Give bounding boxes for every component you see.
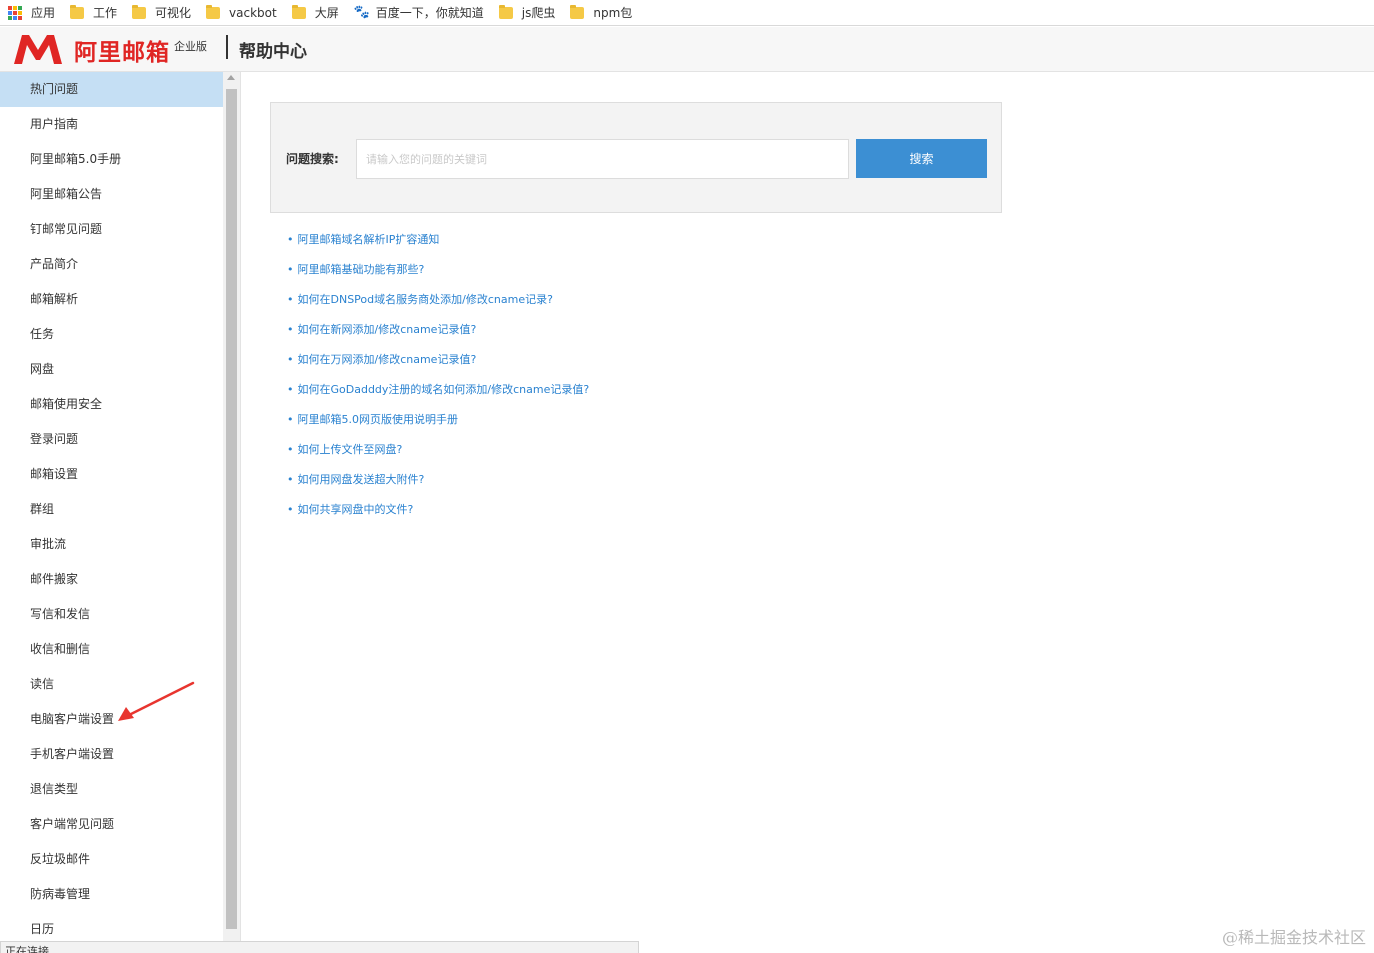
bookmark-label: 工作 — [93, 6, 118, 20]
page-title: 帮助中心 — [239, 42, 307, 62]
sidebar-item[interactable]: 产品简介 — [0, 247, 223, 282]
header-divider — [226, 35, 228, 59]
search-label: 问题搜索: — [286, 152, 339, 166]
question-link-text[interactable]: 如何共享网盘中的文件? — [298, 503, 414, 516]
hot-questions-list: • 阿里邮箱域名解析IP扩容通知 • 阿里邮箱基础功能有那些? • 如何在DNSPod域名… — [287, 225, 589, 525]
sidebar-item[interactable]: 邮箱设置 — [0, 457, 223, 492]
question-link[interactable]: • 阿里邮箱基础功能有那些? — [287, 255, 589, 285]
sidebar-item[interactable]: 电脑客户端设置 — [0, 702, 223, 737]
sidebar-item[interactable]: 读信 — [0, 667, 223, 702]
bookmark-label: js爬虫 — [521, 6, 556, 20]
question-link[interactable]: • 如何用网盘发送超大附件? — [287, 465, 589, 495]
browser-status-bar: 正在连接... — [0, 941, 639, 953]
sidebar-item[interactable]: 日历 — [0, 912, 223, 941]
question-link[interactable]: • 阿里邮箱5.0网页版使用说明手册 — [287, 405, 589, 435]
bookmark-label: 可视化 — [155, 6, 192, 20]
question-link-text[interactable]: 阿里邮箱基础功能有那些? — [298, 263, 425, 276]
sidebar-item[interactable]: 邮箱解析 — [0, 282, 223, 317]
folder-icon — [291, 4, 306, 19]
baidu-paw-icon: 🐾 — [353, 5, 370, 20]
logo-text[interactable]: 阿里邮箱 — [74, 33, 170, 67]
sidebar-item[interactable]: 反垃圾邮件 — [0, 842, 223, 877]
sidebar-item[interactable]: 退信类型 — [0, 772, 223, 807]
folder-icon — [132, 4, 147, 19]
question-link-text[interactable]: 如何用网盘发送超大附件? — [298, 473, 425, 486]
sidebar-scrollbar[interactable] — [223, 72, 240, 941]
bookmark-label: npm包 — [593, 6, 633, 20]
bullet-icon: • — [287, 383, 294, 396]
question-link[interactable]: • 如何上传文件至网盘? — [287, 435, 589, 465]
bookmark-label: 应用 — [31, 6, 56, 20]
sidebar-item[interactable]: 防病毒管理 — [0, 877, 223, 912]
question-link-text[interactable]: 如何在万网添加/修改cname记录值? — [298, 353, 477, 366]
bookmark-folder[interactable]: npm包 — [562, 4, 639, 22]
folder-icon — [498, 4, 513, 19]
bullet-icon: • — [287, 293, 294, 306]
sidebar-item[interactable]: 邮件搬家 — [0, 562, 223, 597]
sidebar-item[interactable]: 网盘 — [0, 352, 223, 387]
bullet-icon: • — [287, 263, 294, 276]
question-link-text[interactable]: 阿里邮箱5.0网页版使用说明手册 — [298, 413, 459, 426]
sidebar-item[interactable]: 客户端常见问题 — [0, 807, 223, 842]
question-link[interactable]: • 阿里邮箱域名解析IP扩容通知 — [287, 225, 589, 255]
bullet-icon: • — [287, 323, 294, 336]
sidebar-item[interactable]: 用户指南 — [0, 107, 223, 142]
bookmark-folder[interactable]: 大屏 — [284, 4, 346, 22]
sidebar-item[interactable]: 任务 — [0, 317, 223, 352]
bookmark-apps[interactable]: 应用 — [0, 4, 62, 22]
sidebar-item[interactable]: 阿里邮箱5.0手册 — [0, 142, 223, 177]
sidebar-item[interactable]: 手机客户端设置 — [0, 737, 223, 772]
folder-icon — [70, 4, 85, 19]
bookmark-folder[interactable]: 工作 — [62, 4, 124, 22]
bullet-icon: • — [287, 503, 294, 516]
bullet-icon: • — [287, 443, 294, 456]
scroll-up-arrow-icon[interactable] — [227, 75, 235, 80]
sidebar-item[interactable]: 热门问题 — [0, 72, 223, 107]
question-link-text[interactable]: 如何在新网添加/修改cname记录值? — [298, 323, 477, 336]
folder-icon — [206, 4, 221, 19]
bullet-icon: • — [287, 233, 294, 246]
sidebar-divider — [240, 72, 241, 941]
bookmark-folder[interactable]: js爬虫 — [491, 4, 563, 22]
bookmark-folder[interactable]: vackbot — [198, 4, 284, 22]
watermark: @稀土掘金技术社区 — [1221, 928, 1366, 947]
sidebar-item[interactable]: 群组 — [0, 492, 223, 527]
sidebar-item[interactable]: 阿里邮箱公告 — [0, 177, 223, 212]
bookmark-label: 大屏 — [314, 6, 339, 20]
folder-icon — [570, 4, 585, 19]
bookmark-label: 百度一下，你就知道 — [375, 6, 484, 20]
bullet-icon: • — [287, 353, 294, 366]
question-link[interactable]: • 如何在DNSPod域名服务商处添加/修改cname记录? — [287, 285, 589, 315]
sidebar-item[interactable]: 登录问题 — [0, 422, 223, 457]
bookmark-label: vackbot — [229, 5, 277, 20]
question-link-text[interactable]: 阿里邮箱域名解析IP扩容通知 — [298, 233, 440, 246]
search-input[interactable] — [356, 139, 849, 179]
edition-label: 企业版 — [174, 40, 207, 53]
bookmark-folder[interactable]: 可视化 — [124, 4, 198, 22]
scroll-thumb[interactable] — [226, 89, 237, 929]
bookmark-baidu[interactable]: 🐾 百度一下，你就知道 — [346, 4, 491, 22]
question-link-text[interactable]: 如何在GoDadddy注册的域名如何添加/修改cname记录值? — [298, 383, 590, 396]
question-link[interactable]: • 如何在万网添加/修改cname记录值? — [287, 345, 589, 375]
sidebar-item[interactable]: 写信和发信 — [0, 597, 223, 632]
question-link[interactable]: • 如何在新网添加/修改cname记录值? — [287, 315, 589, 345]
bookmarks-bar: 应用 工作 可视化 vackbot 大屏 🐾 百度一下，你就知道 js爬虫 np… — [0, 0, 1374, 26]
question-link[interactable]: • 如何共享网盘中的文件? — [287, 495, 589, 525]
site-header: 阿里邮箱 企业版 帮助中心 — [0, 27, 1374, 72]
sidebar-item[interactable]: 钉邮常见问题 — [0, 212, 223, 247]
question-link-text[interactable]: 如何上传文件至网盘? — [298, 443, 403, 456]
apps-grid-icon — [8, 5, 22, 20]
question-link[interactable]: • 如何在GoDadddy注册的域名如何添加/修改cname记录值? — [287, 375, 589, 405]
question-link-text[interactable]: 如何在DNSPod域名服务商处添加/修改cname记录? — [298, 293, 553, 306]
bullet-icon: • — [287, 413, 294, 426]
search-panel: 问题搜索: 搜索 — [270, 102, 1002, 213]
sidebar-item[interactable]: 收信和删信 — [0, 632, 223, 667]
bullet-icon: • — [287, 473, 294, 486]
sidebar-nav: 热门问题 用户指南 阿里邮箱5.0手册 阿里邮箱公告 钉邮常见问题 产品简介 邮箱解析 任务网… — [0, 72, 223, 941]
aliyun-mail-logo-icon[interactable] — [12, 32, 64, 66]
search-button[interactable]: 搜索 — [856, 139, 987, 178]
sidebar-item[interactable]: 邮箱使用安全 — [0, 387, 223, 422]
sidebar-item[interactable]: 审批流 — [0, 527, 223, 562]
